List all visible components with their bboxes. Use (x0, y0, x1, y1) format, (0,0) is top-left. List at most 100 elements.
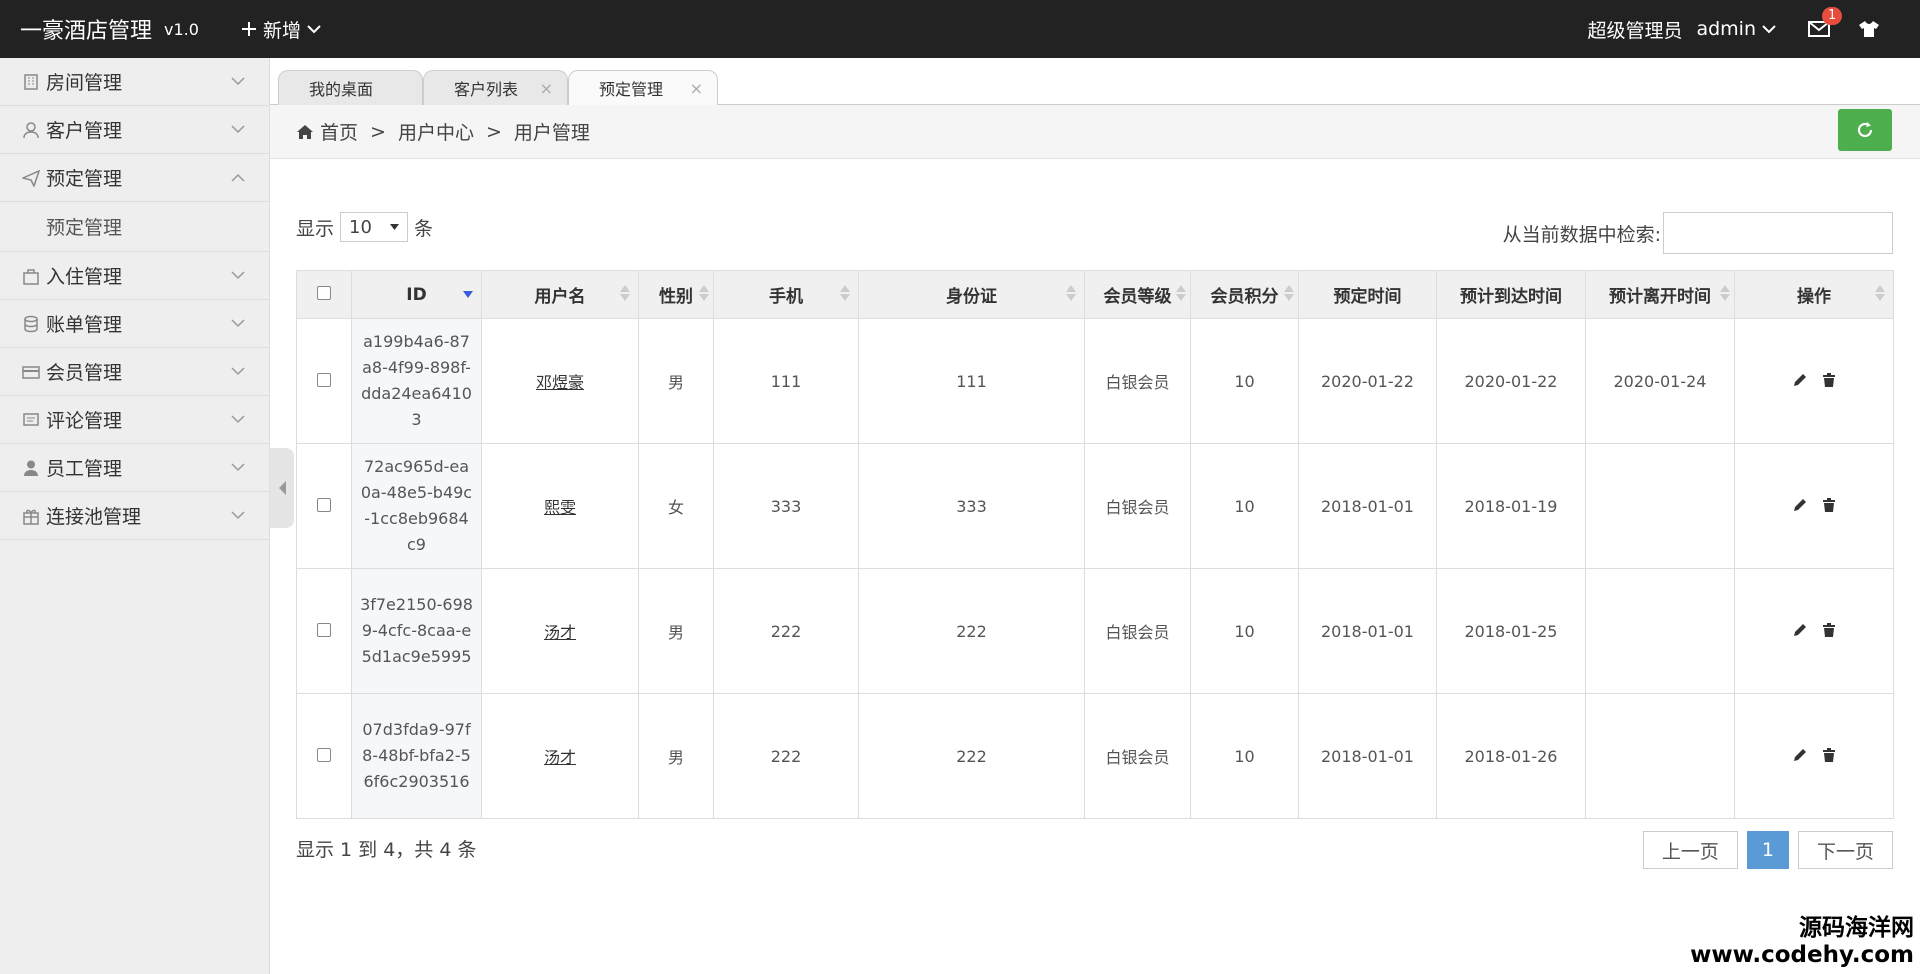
trash-icon[interactable] (1823, 622, 1835, 641)
cell-actions (1734, 318, 1894, 444)
cell-actions (1734, 693, 1894, 819)
breadcrumb-level2: 用户管理 (513, 122, 590, 144)
column-header-phone[interactable]: 手机 (713, 270, 859, 319)
trash-icon[interactable] (1823, 497, 1835, 516)
chevron-up-icon (231, 173, 245, 182)
column-header-label: ID (406, 284, 427, 305)
sidebar-item-staff[interactable]: 员工管理 (0, 444, 269, 492)
sidebar-item-rooms[interactable]: 房间管理 (0, 58, 269, 106)
sidebar-item-reservations[interactable]: 预定管理 (0, 154, 269, 202)
breadcrumb-home[interactable]: 首页 (320, 118, 358, 145)
cell-arrive-time: 2018-01-25 (1436, 568, 1586, 694)
cell-username-link[interactable]: 汤才 (544, 623, 576, 642)
pagination: 上一页 1 下一页 (1642, 831, 1893, 869)
breadcrumb-separator: > (485, 120, 502, 143)
edit-pencil-icon[interactable] (1793, 372, 1807, 391)
cell-username-link[interactable]: 汤才 (544, 748, 576, 767)
trash-icon[interactable] (1823, 747, 1835, 766)
mail-button[interactable]: 1 (1808, 7, 1843, 37)
user-role: 超级管理员 (1587, 19, 1683, 42)
row-checkbox[interactable] (317, 747, 331, 762)
column-header-points[interactable]: 会员积分 (1190, 270, 1299, 319)
search-label: 从当前数据中检索: (1502, 223, 1661, 246)
cell-gender: 男 (638, 318, 714, 444)
row-checkbox[interactable] (317, 372, 331, 387)
select-all-checkbox[interactable] (317, 285, 331, 300)
table-row: 72ac965d-ea0a-48e5-b49c-1cc8eb9684c9 熙雯 … (296, 443, 1894, 569)
username: admin (1696, 18, 1756, 40)
select-all-header (296, 270, 352, 319)
edit-pencil-icon[interactable] (1793, 497, 1807, 516)
cell-username-link[interactable]: 熙雯 (544, 498, 576, 517)
sidebar-item-label: 员工管理 (46, 458, 123, 480)
page-size-control: 显示 10 条 (296, 212, 433, 242)
column-header-id[interactable]: ID (351, 270, 482, 319)
sidebar-item-members[interactable]: 会员管理 (0, 348, 269, 396)
user-menu[interactable]: admin (1696, 18, 1776, 40)
page-1-button[interactable]: 1 (1746, 831, 1789, 869)
breadcrumb-level1[interactable]: 用户中心 (398, 118, 474, 145)
cell-phone: 222 (713, 693, 859, 819)
column-header-leave-time[interactable]: 预计离开时间 (1585, 270, 1735, 319)
cell-username-link[interactable]: 邓煜豪 (536, 373, 584, 392)
column-header-label: 性别 (659, 287, 693, 307)
sidebar-item-comments[interactable]: 评论管理 (0, 396, 269, 444)
cell-phone: 222 (713, 568, 859, 694)
cell-leave-time (1585, 443, 1735, 569)
column-header-label: 用户名 (534, 287, 586, 307)
sidebar-subitem-reservation-mgmt[interactable]: 预定管理 (0, 202, 269, 252)
page-size-select[interactable]: 10 (340, 212, 409, 242)
sidebar-collapse-handle[interactable] (270, 448, 294, 528)
search-input[interactable] (1663, 212, 1893, 254)
sort-icon (840, 285, 850, 301)
chevron-down-icon (231, 463, 245, 472)
column-header-username[interactable]: 用户名 (481, 270, 639, 319)
column-header-actions[interactable]: 操作 (1734, 270, 1894, 319)
chevron-down-icon (231, 367, 245, 376)
refresh-button[interactable] (1838, 109, 1892, 151)
watermark: 源码海洋网 www.codehy.com (1690, 908, 1914, 968)
table-row: 07d3fda9-97f8-48bf-bfa2-56f6c2903516 汤才 … (296, 693, 1894, 819)
sort-icon (1284, 285, 1294, 301)
sidebar-item-connection-pool[interactable]: 连接池管理 (0, 492, 269, 540)
sidebar-item-customers[interactable]: 客户管理 (0, 106, 269, 154)
cell-id: a199b4a6-87a8-4f99-898f-dda24ea64103 (351, 318, 482, 444)
cell-id: 3f7e2150-6989-4cfc-8caa-e5d1ac9e5995 (351, 568, 482, 694)
row-checkbox[interactable] (317, 622, 331, 637)
edit-pencil-icon[interactable] (1793, 622, 1807, 641)
cell-phone: 111 (713, 318, 859, 444)
column-header-gender[interactable]: 性别 (638, 270, 714, 319)
trash-icon[interactable] (1823, 372, 1835, 391)
tab-reservation-mgmt[interactable]: 预定管理 × (568, 70, 718, 105)
sidebar-item-label: 客户管理 (46, 120, 123, 142)
table-row: 3f7e2150-6989-4cfc-8caa-e5d1ac9e5995 汤才 … (296, 568, 1894, 694)
chevron-down-icon (231, 319, 245, 328)
tshirt-icon[interactable] (1858, 20, 1880, 38)
column-header-label: 预计离开时间 (1609, 287, 1711, 307)
sidebar-item-bills[interactable]: 账单管理 (0, 300, 269, 348)
cell-points: 10 (1190, 568, 1299, 694)
sidebar-item-checkin[interactable]: 入住管理 (0, 252, 269, 300)
new-add-menu[interactable]: 新增 (241, 16, 321, 43)
cell-actions (1734, 443, 1894, 569)
next-page-button[interactable]: 下一页 (1797, 831, 1893, 869)
edit-pencil-icon[interactable] (1793, 747, 1807, 766)
tab-my-desktop[interactable]: 我的桌面 (278, 70, 423, 105)
column-header-idcard[interactable]: 身份证 (858, 270, 1085, 319)
user-icon (22, 121, 40, 139)
cell-gender: 男 (638, 693, 714, 819)
column-header-member-level[interactable]: 会员等级 (1084, 270, 1191, 319)
prev-page-button[interactable]: 上一页 (1642, 831, 1738, 869)
tab-customer-list[interactable]: 客户列表 × (423, 70, 568, 105)
pagination-info: 显示 1 到 4，共 4 条 (296, 839, 477, 861)
row-checkbox[interactable] (317, 497, 331, 512)
column-header-label: 手机 (769, 287, 803, 307)
bag-icon (22, 267, 40, 285)
cell-arrive-time: 2018-01-26 (1436, 693, 1586, 819)
close-icon[interactable]: × (540, 79, 553, 98)
cell-member-level: 白银会员 (1084, 318, 1191, 444)
cell-member-level: 白银会员 (1084, 443, 1191, 569)
cell-phone: 333 (713, 443, 859, 569)
close-icon[interactable]: × (690, 79, 703, 98)
send-icon (22, 169, 40, 187)
